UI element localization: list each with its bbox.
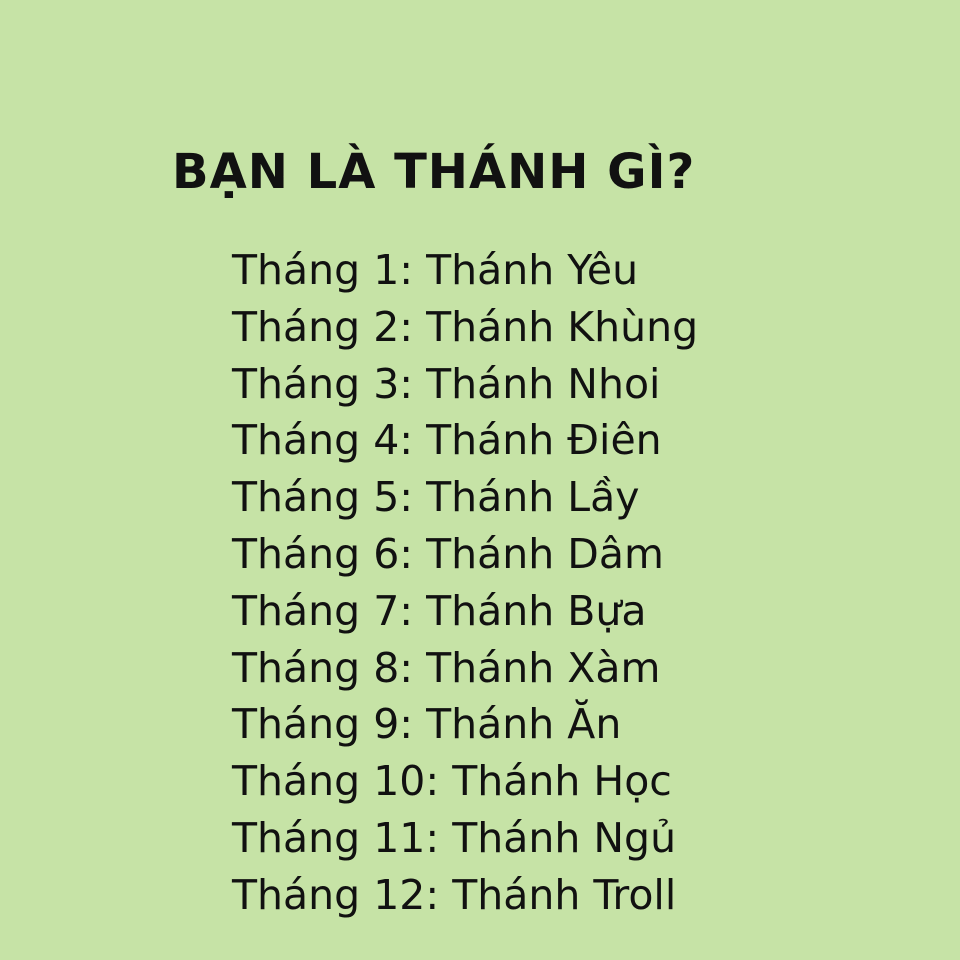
list-item: Tháng 4: Thánh Điên — [232, 416, 662, 465]
list-item: Tháng 1: Thánh Yêu — [232, 246, 639, 294]
month-list: Tháng 1: Thánh Yêu Tháng 2: Thánh Khùng … — [232, 242, 698, 924]
page-title: BẠN LÀ THÁNH GÌ? — [172, 144, 696, 200]
list-item: Tháng 12: Thánh Troll — [232, 870, 677, 919]
list-item: Tháng 11: Thánh Ngủ — [232, 813, 677, 862]
list-item: Tháng 3: Thánh Nhoi — [232, 359, 661, 408]
list-item: Tháng 6: Thánh Dâm — [232, 529, 664, 578]
list-item: Tháng 7: Thánh Bựa — [232, 586, 647, 635]
list-item: Tháng 10: Thánh Học — [232, 757, 672, 806]
list-item: Tháng 8: Thánh Xàm — [232, 643, 661, 692]
list-item: Tháng 2: Thánh Khùng — [232, 302, 699, 351]
list-item: Tháng 9: Thánh Ăn — [232, 700, 622, 749]
quiz-card: BẠN LÀ THÁNH GÌ? Tháng 1: Thánh Yêu Thán… — [0, 0, 960, 960]
list-item: Tháng 5: Thánh Lầy — [232, 473, 640, 522]
